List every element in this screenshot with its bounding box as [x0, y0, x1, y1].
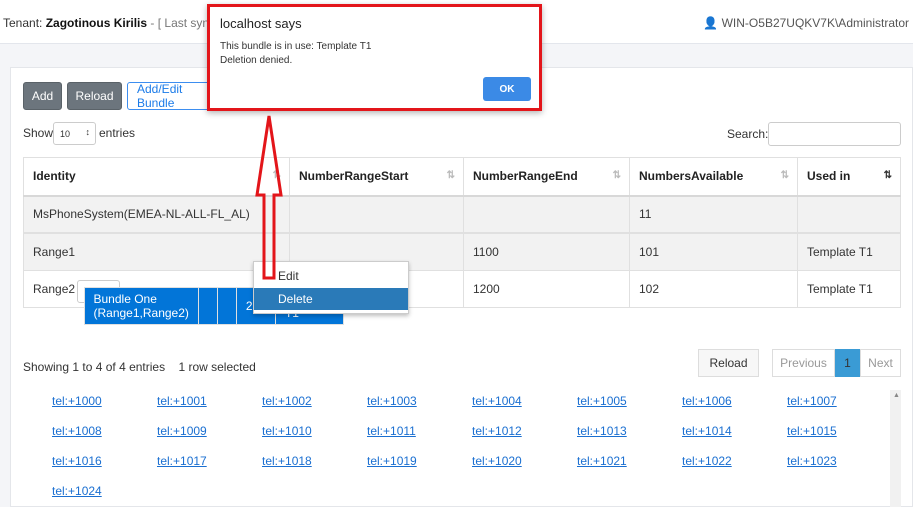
tel-link[interactable]: tel:+1018	[262, 454, 367, 469]
show-label: Show	[23, 126, 54, 140]
tel-link[interactable]: tel:+1004	[472, 394, 577, 409]
entries-select[interactable]: 10 ↕	[53, 122, 96, 145]
tel-link[interactable]: tel:+1022	[682, 454, 787, 469]
column-header-range-start[interactable]: NumberRangeStart ⇅	[289, 157, 464, 197]
tel-link[interactable]: tel:+1020	[472, 454, 577, 469]
column-header-numbers-available[interactable]: NumbersAvailable ⇅	[629, 157, 798, 197]
column-header-used-in[interactable]: Used in ⇅	[797, 157, 901, 197]
table-cell: Bundle One (Range1,Range2)	[83, 286, 199, 325]
table-cell: 102	[629, 270, 798, 308]
table-row[interactable]: MsPhoneSystem(EMEA-NL-ALL-FL_AL) 11	[23, 195, 901, 233]
menu-item-delete[interactable]: Delete	[254, 288, 408, 310]
tel-link[interactable]: tel:+1017	[157, 454, 262, 469]
tel-link[interactable]: tel:+1010	[262, 424, 367, 439]
menu-item-edit[interactable]: Edit	[254, 265, 408, 287]
sort-icon: ⇅	[446, 170, 455, 181]
ok-button[interactable]: OK	[483, 77, 531, 101]
tel-link[interactable]: tel:+1002	[262, 394, 367, 409]
alert-dialog: localhost says This bundle is in use: Te…	[207, 4, 542, 111]
tel-link[interactable]: tel:+1008	[52, 424, 157, 439]
tel-links: tel:+1000 tel:+1001 tel:+1002 tel:+1003 tel:…	[52, 394, 882, 499]
tel-link[interactable]: tel:+1000	[52, 394, 157, 409]
table-cell: Template T1	[797, 233, 901, 271]
tel-link[interactable]: tel:+1014	[682, 424, 787, 439]
table-cell: 11	[629, 195, 798, 233]
table-row[interactable]: Range1 1100 101 Template T1	[23, 233, 901, 271]
context-menu: Edit Delete	[253, 261, 409, 314]
dialog-title: localhost says	[220, 16, 302, 31]
entries-label: entries	[99, 126, 136, 140]
tel-link[interactable]: tel:+1001	[157, 394, 262, 409]
table-cell	[289, 195, 464, 233]
user-icon: 👤	[703, 16, 719, 30]
tenant-info: Tenant: Zagotinous Kirilis - [ Last sync…	[3, 16, 229, 30]
table-cell	[216, 286, 237, 325]
table-row[interactable]: Bundle One (Range1,Range2)203Template T1	[76, 279, 344, 325]
table-cell: 1200	[463, 270, 630, 308]
tel-link[interactable]: tel:+1021	[577, 454, 682, 469]
user-menu[interactable]: 👤 WIN-O5B27UQKV7K\Administrator	[703, 16, 909, 30]
sort-icon: ⇅	[780, 170, 789, 181]
footer-reload-button[interactable]: Reload	[698, 349, 759, 377]
scroll-up-icon[interactable]: ▲	[893, 392, 900, 399]
tel-link[interactable]: tel:+1007	[787, 394, 892, 409]
next-button[interactable]: Next	[860, 349, 901, 377]
select-arrow-icon: ↕	[85, 127, 91, 137]
search-input[interactable]	[768, 122, 901, 146]
tel-link[interactable]: tel:+1013	[577, 424, 682, 439]
tel-link[interactable]: tel:+1019	[367, 454, 472, 469]
sort-asc-icon: ⇅	[883, 170, 892, 181]
table-cell: MsPhoneSystem(EMEA-NL-ALL-FL_AL)	[23, 195, 290, 233]
tel-link[interactable]: tel:+1006	[682, 394, 787, 409]
sort-icon: ⇅	[612, 170, 621, 181]
table-cell	[797, 195, 901, 233]
column-header-identity[interactable]: Identity ⇅	[23, 157, 290, 197]
tel-link[interactable]: tel:+1009	[157, 424, 262, 439]
add-button[interactable]: Add	[23, 82, 62, 110]
column-header-range-end[interactable]: NumberRangeEnd ⇅	[463, 157, 630, 197]
tel-link[interactable]: tel:+1011	[367, 424, 472, 439]
tel-link[interactable]: tel:+1015	[787, 424, 892, 439]
table-cell	[197, 286, 218, 325]
page-1-button[interactable]: 1	[835, 349, 860, 377]
scrollbar[interactable]: ▲	[890, 390, 901, 507]
tel-link[interactable]: tel:+1005	[577, 394, 682, 409]
tel-link[interactable]: tel:+1016	[52, 454, 157, 469]
tel-link[interactable]: tel:+1024	[52, 484, 157, 499]
dialog-message-2: Deletion denied.	[220, 55, 293, 66]
dialog-message: This bundle is in use: Template T1	[220, 41, 372, 52]
tenant-name: Zagotinous Kirilis	[45, 16, 148, 30]
table-cell	[463, 195, 630, 233]
table-info: Showing 1 to 4 of 4 entries 1 row select…	[23, 360, 256, 374]
sort-icon: ⇅	[272, 170, 281, 181]
reload-button[interactable]: Reload	[67, 82, 122, 110]
table-cell: 1100	[463, 233, 630, 271]
bundles-table: Identity ⇅ NumberRangeStart ⇅ NumberRangeE…	[23, 157, 901, 325]
previous-button[interactable]: Previous	[772, 349, 835, 377]
table-cell: 101	[629, 233, 798, 271]
table-cell: Range1	[23, 233, 290, 271]
tel-link[interactable]: tel:+1023	[787, 454, 892, 469]
tel-link[interactable]: tel:+1012	[472, 424, 577, 439]
add-edit-bundle-button[interactable]: Add/Edit Bundle	[127, 82, 217, 110]
tel-link[interactable]: tel:+1003	[367, 394, 472, 409]
table-cell: Template T1	[797, 270, 901, 308]
search-label: Search:	[727, 127, 769, 141]
